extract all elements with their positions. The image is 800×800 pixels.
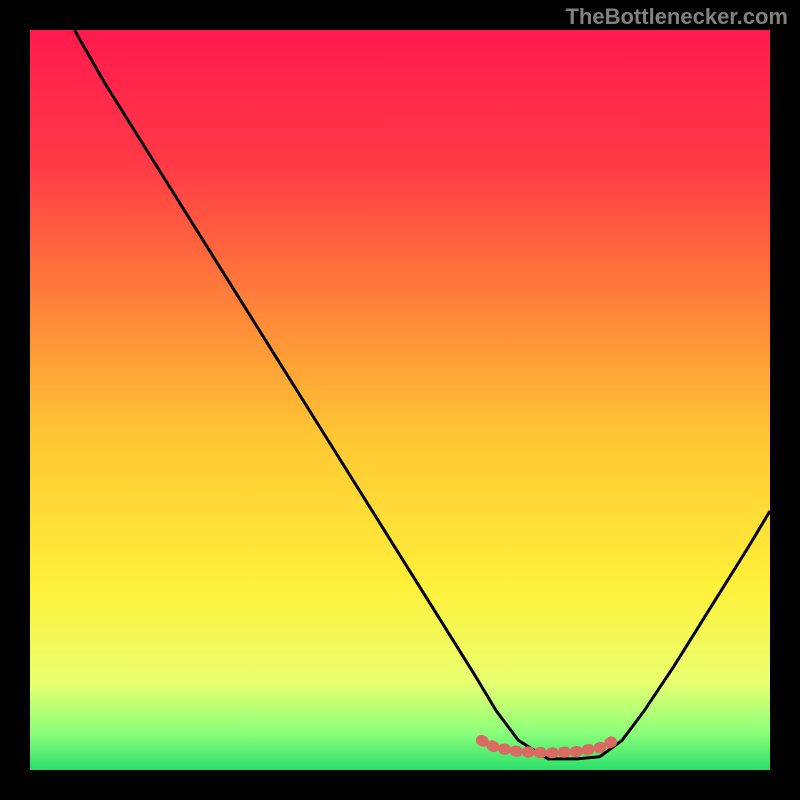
chart-svg [30, 30, 770, 770]
chart-container [30, 30, 770, 770]
watermark-text: TheBottlenecker.com [565, 4, 788, 30]
